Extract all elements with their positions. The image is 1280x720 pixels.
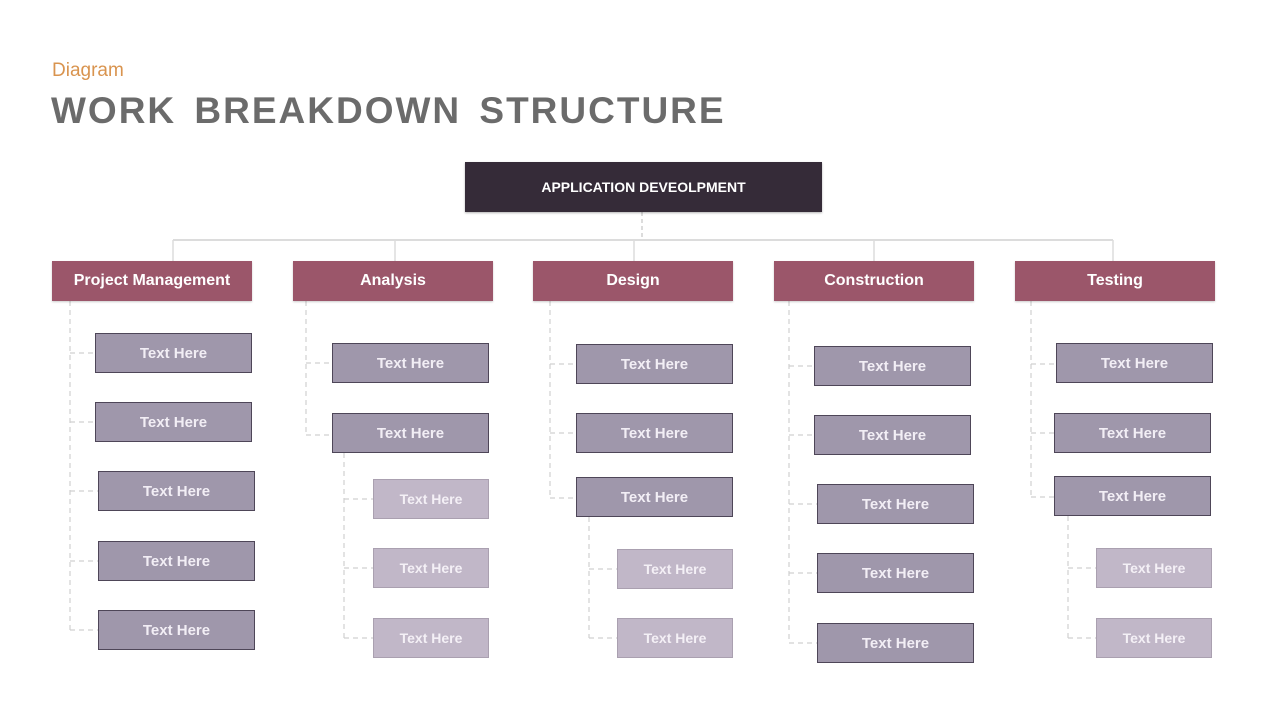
testing-item: Text Here: [1056, 343, 1213, 383]
pm-item: Text Here: [98, 610, 255, 650]
construction-item: Text Here: [814, 415, 971, 455]
connector-design: [549, 301, 576, 499]
pm-item: Text Here: [98, 541, 255, 581]
design-subitem: Text Here: [617, 618, 733, 658]
root-node: APPLICATION DEVEOLPMENT: [465, 162, 822, 212]
design-item: Text Here: [576, 413, 733, 453]
analysis-subitem: Text Here: [373, 548, 489, 588]
testing-item: Text Here: [1054, 476, 1211, 516]
design-item: Text Here: [576, 477, 733, 517]
analysis-subitem: Text Here: [373, 618, 489, 658]
connector-construction: [788, 301, 817, 644]
category-construction: Construction: [774, 261, 974, 301]
category-analysis: Analysis: [293, 261, 493, 301]
connector-analysis: [305, 301, 332, 436]
construction-item: Text Here: [817, 623, 974, 663]
construction-item: Text Here: [817, 484, 974, 524]
design-item: Text Here: [576, 344, 733, 384]
analysis-item: Text Here: [332, 343, 489, 383]
connector-design-sub: [588, 517, 617, 639]
pm-item: Text Here: [95, 333, 252, 373]
category-design: Design: [533, 261, 733, 301]
analysis-item: Text Here: [332, 413, 489, 453]
design-subitem: Text Here: [617, 549, 733, 589]
connector-testing: [1030, 301, 1056, 498]
analysis-subitem: Text Here: [373, 479, 489, 519]
testing-subitem: Text Here: [1096, 618, 1212, 658]
testing-subitem: Text Here: [1096, 548, 1212, 588]
connector-pm: [69, 301, 98, 631]
connector-analysis-sub: [343, 453, 373, 639]
pm-item: Text Here: [98, 471, 255, 511]
category-testing: Testing: [1015, 261, 1215, 301]
construction-item: Text Here: [814, 346, 971, 386]
construction-item: Text Here: [817, 553, 974, 593]
connector-testing-sub: [1067, 516, 1096, 639]
pm-item: Text Here: [95, 402, 252, 442]
category-project-management: Project Management: [52, 261, 252, 301]
testing-item: Text Here: [1054, 413, 1211, 453]
